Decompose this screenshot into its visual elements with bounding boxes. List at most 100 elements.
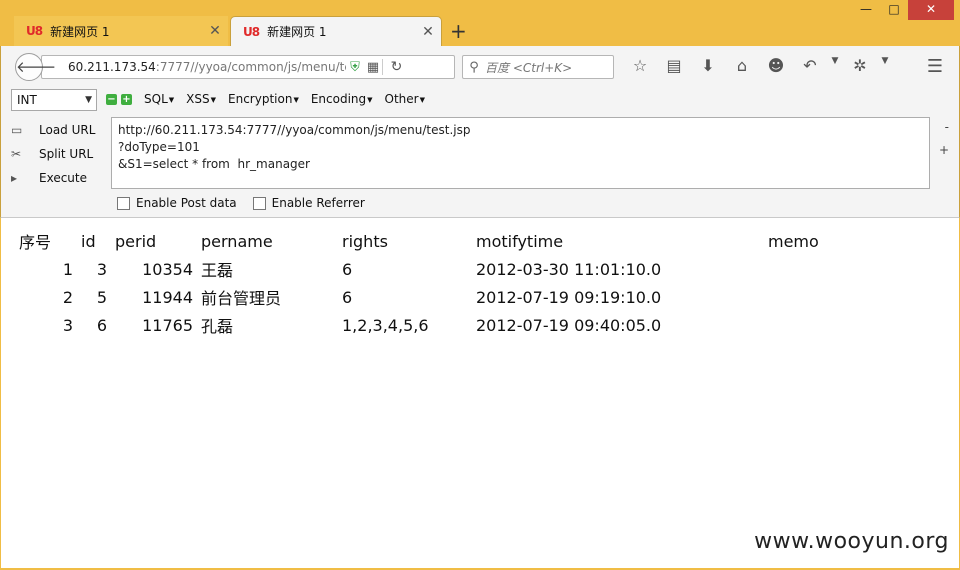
menu-xss[interactable]: XSS▼	[186, 92, 216, 106]
close-tab-icon[interactable]: ✕	[415, 24, 441, 40]
checkbox-label: Enable Post data	[136, 196, 237, 210]
bug-icon[interactable]: ✲	[843, 56, 877, 75]
table-cell: 1,2,3,4,5,6	[342, 315, 429, 335]
shrink-button[interactable]: -	[945, 120, 949, 134]
hackbar-options: Enable Post data Enable Referrer	[117, 196, 381, 210]
download-icon[interactable]: ⬇	[691, 56, 725, 75]
post-data-checkbox[interactable]	[117, 196, 130, 210]
u8-logo-icon: U8	[26, 24, 43, 38]
table-cell: 11765	[142, 315, 193, 335]
table-cell	[764, 311, 844, 339]
table-cell: 2012-07-19 09:19:10.0	[476, 287, 662, 307]
type-select[interactable]: INT ▼	[11, 89, 97, 111]
shield-icon[interactable]: ⛨	[346, 60, 364, 75]
bookmark-star-icon[interactable]: ☆	[623, 56, 657, 75]
back-button[interactable]: 🡐	[15, 53, 56, 81]
hamburger-menu-icon[interactable]: ☰	[927, 56, 943, 77]
table-cell: 6	[96, 315, 107, 335]
search-placeholder: 百度 <Ctrl+K>	[485, 60, 573, 75]
table-cell	[764, 255, 844, 283]
chevron-down-icon: ▼	[210, 95, 216, 104]
table-cell: 前台管理员	[201, 289, 282, 308]
tab-1[interactable]: U8 新建网页 1 ✕	[14, 16, 228, 46]
side-button-label: Execute	[39, 171, 87, 185]
hackbar-side-buttons: ▭ Load URL ✂ Split URL ▸ Execute	[11, 118, 101, 190]
type-select-value: INT	[17, 93, 37, 107]
table-cell: 2	[62, 287, 73, 307]
table-row: 2 5 11944 前台管理员 6 2012-07-19 09:19:10.0	[15, 283, 844, 311]
close-tab-icon[interactable]: ✕	[202, 23, 228, 39]
title-bar: U8 新建网页 1 ✕ U8 新建网页 1 ✕ + — □ ✕	[0, 0, 960, 46]
column-header: perid	[115, 231, 157, 251]
url-textarea[interactable]: http://60.211.173.54:7777//yyoa/common/j…	[111, 117, 930, 189]
url-host: 60.211.173.54	[68, 60, 156, 74]
menu-label: Other	[384, 92, 419, 106]
home-icon[interactable]: ⌂	[725, 56, 759, 75]
maximize-button[interactable]: □	[880, 0, 908, 20]
table-row: 1 3 10354 王磊 6 2012-03-30 11:01:10.0	[15, 255, 844, 283]
reload-icon[interactable]: ↻	[382, 59, 410, 75]
column-header: rights	[342, 231, 388, 251]
table-cell: 2012-03-30 11:01:10.0	[476, 259, 662, 279]
new-tab-button[interactable]: +	[450, 19, 467, 43]
referrer-checkbox[interactable]	[252, 196, 266, 210]
hackbar-panel: INT ▼ − + SQL▼ XSS▼ Encryption▼ Encoding…	[0, 86, 960, 218]
chevron-down-icon[interactable]: ▼	[877, 56, 893, 75]
execute-button[interactable]: ▸ Execute	[11, 166, 101, 190]
watermark: www.wooyun.org	[754, 529, 949, 554]
checkbox-label: Enable Referrer	[271, 196, 365, 210]
load-url-icon: ▭	[11, 123, 23, 137]
tab-title: 新建网页 1	[50, 24, 110, 39]
url-line: http://60.211.173.54:7777//yyoa/common/j…	[118, 123, 471, 137]
window-controls: — □ ✕	[852, 0, 954, 20]
chevron-down-icon[interactable]: ▼	[827, 56, 843, 75]
menu-other[interactable]: Other▼	[385, 92, 425, 106]
smiley-icon[interactable]: ☻	[759, 56, 793, 75]
undo-icon[interactable]: ↶	[793, 56, 827, 75]
table-cell: 孔磊	[201, 317, 234, 336]
chevron-down-icon: ▼	[367, 95, 373, 104]
qr-code-icon[interactable]: ▦	[364, 60, 382, 75]
table-cell: 11944	[142, 287, 193, 307]
url-line: ?doType=101	[118, 140, 200, 154]
increase-icon[interactable]: +	[121, 93, 132, 105]
table-cell: 3	[62, 315, 73, 335]
split-url-button[interactable]: ✂ Split URL	[11, 142, 101, 166]
table-cell: 6	[342, 259, 353, 279]
url-text[interactable]: 60.211.173.54:7777//yyoa/common/js/menu/…	[68, 60, 346, 74]
load-url-button[interactable]: ▭ Load URL	[11, 118, 101, 142]
post-data-option[interactable]: Enable Post data	[117, 196, 237, 210]
close-window-button[interactable]: ✕	[908, 0, 954, 20]
toolbar-icons: ☆ ▤ ⬇ ⌂ ☻ ↶ ▼ ✲ ▼	[623, 56, 893, 75]
table-cell: 3	[96, 259, 107, 279]
scissors-icon: ✂	[11, 147, 22, 161]
expand-button[interactable]: +	[939, 143, 949, 157]
search-icon: ⚲	[469, 59, 479, 75]
menu-encryption[interactable]: Encryption▼	[228, 92, 299, 106]
navigation-toolbar: 60.211.173.54:7777//yyoa/common/js/menu/…	[0, 46, 960, 86]
menu-encoding[interactable]: Encoding▼	[311, 92, 373, 106]
table-cell: 10354	[142, 259, 193, 279]
table-cell: 5	[96, 287, 107, 307]
minimize-button[interactable]: —	[852, 0, 880, 20]
column-header: memo	[768, 231, 819, 251]
column-header: motifytime	[476, 231, 564, 251]
side-button-label: Load URL	[39, 123, 96, 137]
hackbar-menu: − + SQL▼ XSS▼ Encryption▼ Encoding▼ Othe…	[106, 92, 437, 106]
url-bar[interactable]: 60.211.173.54:7777//yyoa/common/js/menu/…	[41, 55, 455, 79]
menu-sql[interactable]: SQL▼	[144, 92, 174, 106]
result-table: 序号 id perid pername rights motifytime me…	[15, 227, 844, 339]
reading-list-icon[interactable]: ▤	[657, 56, 691, 75]
table-cell: 1	[62, 259, 73, 279]
chevron-down-icon: ▼	[168, 95, 175, 104]
column-header: pername	[201, 231, 273, 251]
page-content: 序号 id perid pername rights motifytime me…	[1, 218, 959, 568]
column-header: id	[81, 231, 96, 251]
browser-window: U8 新建网页 1 ✕ U8 新建网页 1 ✕ + — □ ✕ 60.211.1…	[0, 0, 960, 570]
side-button-label: Split URL	[39, 147, 94, 161]
table-cell: 2012-07-19 09:40:05.0	[476, 315, 662, 335]
search-bar[interactable]: ⚲ 百度 <Ctrl+K>	[462, 55, 614, 79]
decrease-icon[interactable]: −	[106, 93, 117, 105]
referrer-option[interactable]: Enable Referrer	[252, 196, 365, 210]
tab-2-active[interactable]: U8 新建网页 1 ✕	[230, 16, 442, 46]
